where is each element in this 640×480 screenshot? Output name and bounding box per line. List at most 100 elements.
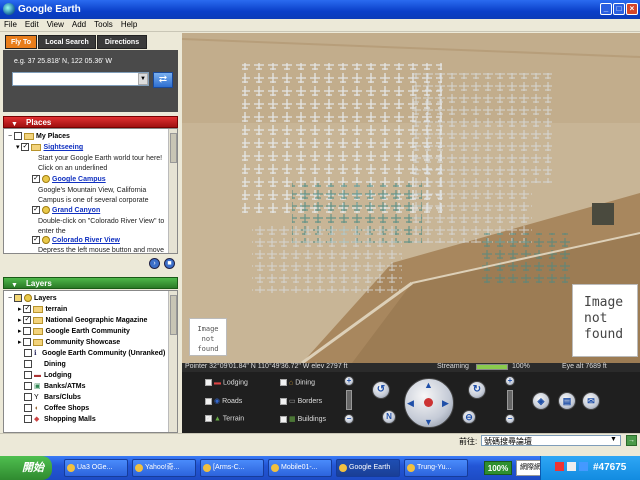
- tilt-slider[interactable]: [507, 390, 513, 410]
- maximize-button[interactable]: □: [613, 3, 625, 15]
- layers-scrollbar[interactable]: [168, 291, 177, 432]
- nav-next-icon[interactable]: ›: [149, 258, 160, 269]
- checkbox[interactable]: ✓: [32, 236, 40, 245]
- minimize-button[interactable]: _: [600, 3, 612, 15]
- tilt-down-icon[interactable]: −: [505, 414, 515, 424]
- tilt-reset-icon[interactable]: ⊖: [462, 410, 476, 424]
- checkbox[interactable]: [24, 360, 32, 369]
- toggle-roads[interactable]: ◉ Roads: [205, 397, 242, 405]
- pan-right-icon[interactable]: ▶: [442, 398, 449, 409]
- tilt-up-icon[interactable]: +: [505, 376, 515, 386]
- zoom-in-icon[interactable]: +: [344, 376, 354, 386]
- expander-icon[interactable]: ▾: [16, 144, 20, 151]
- checkbox[interactable]: [14, 294, 23, 303]
- checkbox[interactable]: ✓: [32, 206, 40, 215]
- checkbox[interactable]: [14, 132, 23, 141]
- checkbox[interactable]: ✓: [21, 143, 30, 152]
- layer-coffee[interactable]: Coffee Shops: [44, 405, 89, 412]
- menu-add[interactable]: Add: [68, 19, 90, 30]
- places-google-campus[interactable]: Google Campus: [52, 176, 106, 183]
- checkbox[interactable]: [24, 371, 32, 380]
- pan-up-icon[interactable]: ▲: [424, 380, 433, 390]
- nav-stop-icon[interactable]: ■: [164, 258, 175, 269]
- taskbar-item[interactable]: Yahoo!奇...: [132, 459, 196, 477]
- scroll-thumb[interactable]: [170, 295, 177, 335]
- tab-local-search[interactable]: Local Search: [38, 35, 96, 49]
- chevron-down-icon[interactable]: ▼: [138, 73, 148, 85]
- tab-directions[interactable]: Directions: [97, 35, 147, 49]
- checkbox[interactable]: [24, 349, 32, 358]
- layer-dining[interactable]: Dining: [44, 361, 66, 368]
- go-arrow-icon[interactable]: →: [626, 435, 637, 446]
- tab-fly-to[interactable]: Fly To: [5, 35, 37, 49]
- layer-ge-community[interactable]: Google Earth Community: [45, 328, 129, 335]
- places-sightseeing[interactable]: Sightseeing: [43, 144, 83, 151]
- checkbox[interactable]: [23, 327, 32, 336]
- close-button[interactable]: ×: [626, 3, 638, 15]
- places-grand-canyon[interactable]: Grand Canyon: [52, 207, 100, 214]
- toggle-borders[interactable]: ▭ Borders: [280, 397, 322, 405]
- expander-icon[interactable]: −: [8, 295, 12, 302]
- menu-help[interactable]: Help: [117, 19, 141, 30]
- menu-file[interactable]: File: [0, 19, 21, 30]
- checkbox[interactable]: ✓: [23, 316, 32, 325]
- toggle-lodging[interactable]: ▬ Lodging: [205, 379, 248, 386]
- checkbox[interactable]: [24, 404, 32, 413]
- taskbar-item[interactable]: [Arms-C...: [200, 459, 264, 477]
- tray-icon[interactable]: [567, 462, 576, 471]
- places-my-places[interactable]: My Places: [36, 133, 70, 140]
- checkbox[interactable]: [24, 415, 32, 424]
- layer-terrain[interactable]: terrain: [45, 306, 67, 313]
- expander-icon[interactable]: ▸: [18, 306, 22, 313]
- tray-icon[interactable]: [579, 462, 588, 471]
- toggle-dining[interactable]: ⌂ Dining: [280, 379, 315, 386]
- chevron-down-icon[interactable]: ▼: [610, 436, 617, 443]
- layer-community-showcase[interactable]: Community Showcase: [45, 339, 120, 346]
- checkbox[interactable]: [24, 393, 32, 402]
- start-button[interactable]: 開始: [0, 456, 52, 480]
- expander-icon[interactable]: ▸: [18, 317, 22, 324]
- rotate-left-icon[interactable]: ↺: [372, 381, 390, 399]
- layer-lodging[interactable]: Lodging: [44, 372, 72, 379]
- places-colorado-river-view[interactable]: Colorado River View: [52, 237, 120, 244]
- menu-view[interactable]: View: [43, 19, 68, 30]
- places-header[interactable]: ▼ Places: [3, 116, 178, 128]
- tray-icon[interactable]: [555, 462, 564, 471]
- taskbar-item-google-earth[interactable]: Google Earth: [336, 459, 400, 477]
- expander-icon[interactable]: −: [8, 133, 12, 140]
- stop-icon[interactable]: [424, 398, 433, 407]
- taskbar-item[interactable]: Mobile01-...: [268, 459, 332, 477]
- layer-root[interactable]: Layers: [34, 295, 57, 302]
- layer-ge-community-unranked[interactable]: Google Earth Community (Unranked): [42, 350, 165, 357]
- expander-icon[interactable]: ▸: [18, 328, 22, 335]
- placemark-button-icon[interactable]: ◈: [532, 392, 550, 410]
- layer-national-geographic[interactable]: National Geographic Magazine: [45, 317, 147, 324]
- layer-bars[interactable]: Bars/Clubs: [44, 394, 81, 401]
- zoom-slider[interactable]: [346, 390, 352, 410]
- scroll-thumb[interactable]: [170, 133, 177, 163]
- checkbox[interactable]: ✓: [23, 305, 32, 314]
- north-icon[interactable]: N: [382, 410, 396, 424]
- taskbar-item[interactable]: Trung-Yu...: [404, 459, 468, 477]
- layer-banks[interactable]: Banks/ATMs: [44, 383, 86, 390]
- places-scrollbar[interactable]: [168, 129, 177, 253]
- toggle-terrain[interactable]: ✓ ▲ Terrain: [205, 415, 244, 422]
- pan-down-icon[interactable]: ▼: [424, 417, 433, 427]
- layers-header[interactable]: ▼ Layers: [3, 277, 178, 289]
- search-go-button[interactable]: ⇄: [153, 72, 173, 88]
- checkbox[interactable]: [24, 382, 32, 391]
- print-icon[interactable]: ▤: [558, 392, 576, 410]
- rotate-right-icon[interactable]: ↻: [468, 381, 486, 399]
- pan-left-icon[interactable]: ◀: [407, 398, 414, 409]
- layer-shopping[interactable]: Shopping Malls: [44, 416, 96, 423]
- checkbox[interactable]: ✓: [32, 175, 40, 184]
- goto-input[interactable]: 號碼搜尋論壇: [481, 435, 621, 446]
- fly-to-input[interactable]: [12, 72, 149, 86]
- taskbar-item[interactable]: Ua3 OGe...: [64, 459, 128, 477]
- menu-tools[interactable]: Tools: [90, 19, 117, 30]
- checkbox[interactable]: [23, 338, 32, 347]
- toggle-buildings[interactable]: ▦ Buildings: [280, 415, 326, 423]
- email-icon[interactable]: ✉: [582, 392, 600, 410]
- expander-icon[interactable]: ▸: [18, 339, 22, 346]
- zoom-out-icon[interactable]: −: [344, 414, 354, 424]
